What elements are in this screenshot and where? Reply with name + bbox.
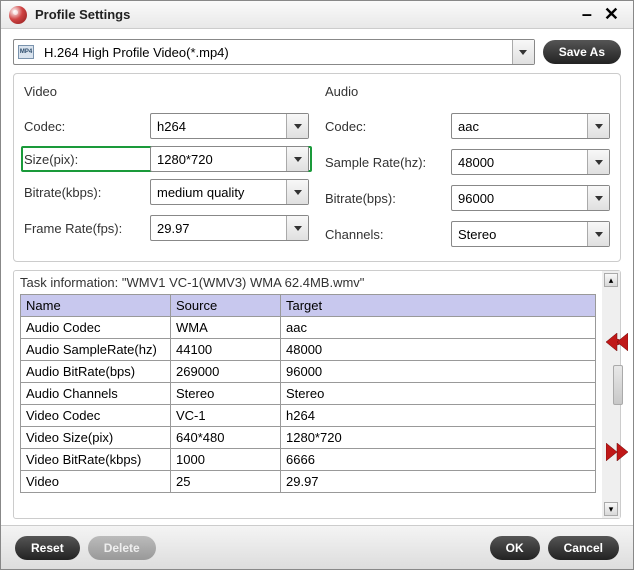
table-cell: 6666 bbox=[281, 449, 596, 471]
close-icon[interactable]: ✕ bbox=[598, 4, 625, 25]
table-row: Audio ChannelsStereoStereo bbox=[21, 383, 596, 405]
task-info-panel: Task information: "WMV1 VC-1(WMV3) WMA 6… bbox=[13, 270, 621, 519]
table-cell: Stereo bbox=[281, 383, 596, 405]
table-cell: Audio Codec bbox=[21, 317, 171, 339]
table-cell: Video BitRate(kbps) bbox=[21, 449, 171, 471]
chevron-down-icon[interactable] bbox=[286, 147, 308, 171]
chevron-down-icon[interactable] bbox=[286, 114, 308, 138]
table-cell: 269000 bbox=[171, 361, 281, 383]
video-fps-label: Frame Rate(fps): bbox=[24, 221, 150, 236]
audio-samplerate-label: Sample Rate(hz): bbox=[325, 155, 451, 170]
chevron-down-icon[interactable] bbox=[587, 114, 609, 138]
ok-button[interactable]: OK bbox=[490, 536, 540, 560]
table-cell: 96000 bbox=[281, 361, 596, 383]
table-cell: VC-1 bbox=[171, 405, 281, 427]
window-title: Profile Settings bbox=[35, 7, 130, 22]
table-cell: Stereo bbox=[171, 383, 281, 405]
chevron-down-icon[interactable] bbox=[286, 180, 308, 204]
table-row: Video BitRate(kbps)10006666 bbox=[21, 449, 596, 471]
audio-bitrate-select[interactable]: 96000 bbox=[451, 185, 610, 211]
video-size-select[interactable]: 1280*720 bbox=[150, 146, 309, 172]
audio-channels-label: Channels: bbox=[325, 227, 451, 242]
table-cell: Audio SampleRate(hz) bbox=[21, 339, 171, 361]
task-col-target: Target bbox=[281, 295, 596, 317]
scroll-up-icon[interactable]: ▴ bbox=[604, 273, 618, 287]
table-row: Audio SampleRate(hz)4410048000 bbox=[21, 339, 596, 361]
chevron-down-icon[interactable] bbox=[512, 40, 534, 64]
cancel-button[interactable]: Cancel bbox=[548, 536, 619, 560]
app-icon bbox=[9, 6, 27, 24]
task-table: Name Source Target Audio CodecWMAaacAudi… bbox=[20, 294, 596, 493]
task-scrollbar[interactable]: ▴ ▾ bbox=[602, 271, 620, 518]
scroll-thumb[interactable] bbox=[613, 365, 623, 405]
save-as-button[interactable]: Save As bbox=[543, 40, 621, 64]
profile-codec-icon: MP4 bbox=[18, 45, 34, 59]
table-row: Audio BitRate(bps)26900096000 bbox=[21, 361, 596, 383]
task-title: Task information: "WMV1 VC-1(WMV3) WMA 6… bbox=[20, 275, 596, 290]
chevron-down-icon[interactable] bbox=[587, 222, 609, 246]
table-cell: 640*480 bbox=[171, 427, 281, 449]
table-cell: aac bbox=[281, 317, 596, 339]
video-codec-select[interactable]: h264 bbox=[150, 113, 309, 139]
table-row: Audio CodecWMAaac bbox=[21, 317, 596, 339]
video-fps-select[interactable]: 29.97 bbox=[150, 215, 309, 241]
audio-codec-label: Codec: bbox=[325, 119, 451, 134]
minimize-icon[interactable]: – bbox=[576, 4, 598, 25]
content: MP4 H.264 High Profile Video(*.mp4) Save… bbox=[1, 29, 633, 525]
bottom-bar: Reset Delete OK Cancel bbox=[1, 525, 633, 569]
next-task-icon[interactable] bbox=[606, 448, 628, 465]
chevron-down-icon[interactable] bbox=[286, 216, 308, 240]
video-bitrate-select[interactable]: medium quality bbox=[150, 179, 309, 205]
video-section-label: Video bbox=[24, 84, 309, 99]
profile-select[interactable]: MP4 H.264 High Profile Video(*.mp4) bbox=[13, 39, 535, 65]
titlebar: Profile Settings – ✕ bbox=[1, 1, 633, 29]
settings-panel: Video Codec: h264 Size(pix): 1280*720 Bi… bbox=[13, 73, 621, 262]
table-cell: Video Codec bbox=[21, 405, 171, 427]
table-cell: WMA bbox=[171, 317, 281, 339]
table-cell: 1000 bbox=[171, 449, 281, 471]
table-row: Video CodecVC-1h264 bbox=[21, 405, 596, 427]
table-cell: 44100 bbox=[171, 339, 281, 361]
table-cell: h264 bbox=[281, 405, 596, 427]
audio-samplerate-select[interactable]: 48000 bbox=[451, 149, 610, 175]
task-col-source: Source bbox=[171, 295, 281, 317]
table-cell: 1280*720 bbox=[281, 427, 596, 449]
audio-bitrate-label: Bitrate(bps): bbox=[325, 191, 451, 206]
table-cell: 25 bbox=[171, 471, 281, 493]
task-col-name: Name bbox=[21, 295, 171, 317]
table-row: Video Size(pix)640*4801280*720 bbox=[21, 427, 596, 449]
video-codec-label: Codec: bbox=[24, 119, 150, 134]
delete-button[interactable]: Delete bbox=[88, 536, 156, 560]
table-row: Video2529.97 bbox=[21, 471, 596, 493]
audio-section-label: Audio bbox=[325, 84, 610, 99]
video-size-label: Size(pix): bbox=[24, 152, 150, 167]
table-cell: Video bbox=[21, 471, 171, 493]
video-bitrate-label: Bitrate(kbps): bbox=[24, 185, 150, 200]
chevron-down-icon[interactable] bbox=[587, 150, 609, 174]
prev-task-icon[interactable] bbox=[606, 338, 628, 355]
audio-codec-select[interactable]: aac bbox=[451, 113, 610, 139]
reset-button[interactable]: Reset bbox=[15, 536, 80, 560]
table-cell: 48000 bbox=[281, 339, 596, 361]
scroll-down-icon[interactable]: ▾ bbox=[604, 502, 618, 516]
table-cell: Video Size(pix) bbox=[21, 427, 171, 449]
audio-channels-select[interactable]: Stereo bbox=[451, 221, 610, 247]
task-inner: Task information: "WMV1 VC-1(WMV3) WMA 6… bbox=[14, 271, 602, 518]
profile-select-text: H.264 High Profile Video(*.mp4) bbox=[38, 45, 512, 60]
window: Profile Settings – ✕ MP4 H.264 High Prof… bbox=[0, 0, 634, 570]
table-cell: 29.97 bbox=[281, 471, 596, 493]
table-cell: Audio BitRate(bps) bbox=[21, 361, 171, 383]
chevron-down-icon[interactable] bbox=[587, 186, 609, 210]
table-cell: Audio Channels bbox=[21, 383, 171, 405]
